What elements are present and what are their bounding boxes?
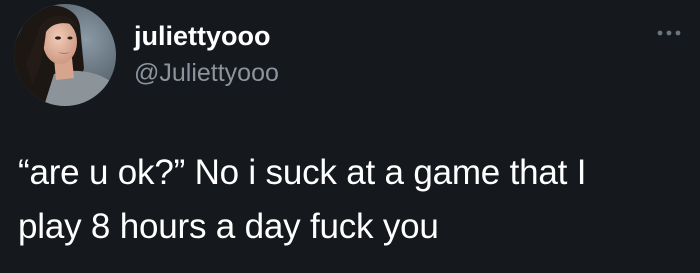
user-handle[interactable]: @Juliettyooo [134,58,279,88]
more-options-icon [657,30,681,36]
tweet-text-line: “are u ok?” No i suck at a game that I [18,153,587,192]
profile-photo [14,4,116,106]
tweet-text-line: play 8 hours a day fuck you [18,207,439,246]
display-name[interactable]: juliettyooo [134,20,271,52]
avatar[interactable] [14,4,116,106]
more-options-button[interactable] [655,22,689,44]
tweet-text: “are u ok?” No i suck at a game that I p… [18,146,688,254]
tweet-card: juliettyooo @Juliettyooo “are u ok?” No … [0,0,700,273]
